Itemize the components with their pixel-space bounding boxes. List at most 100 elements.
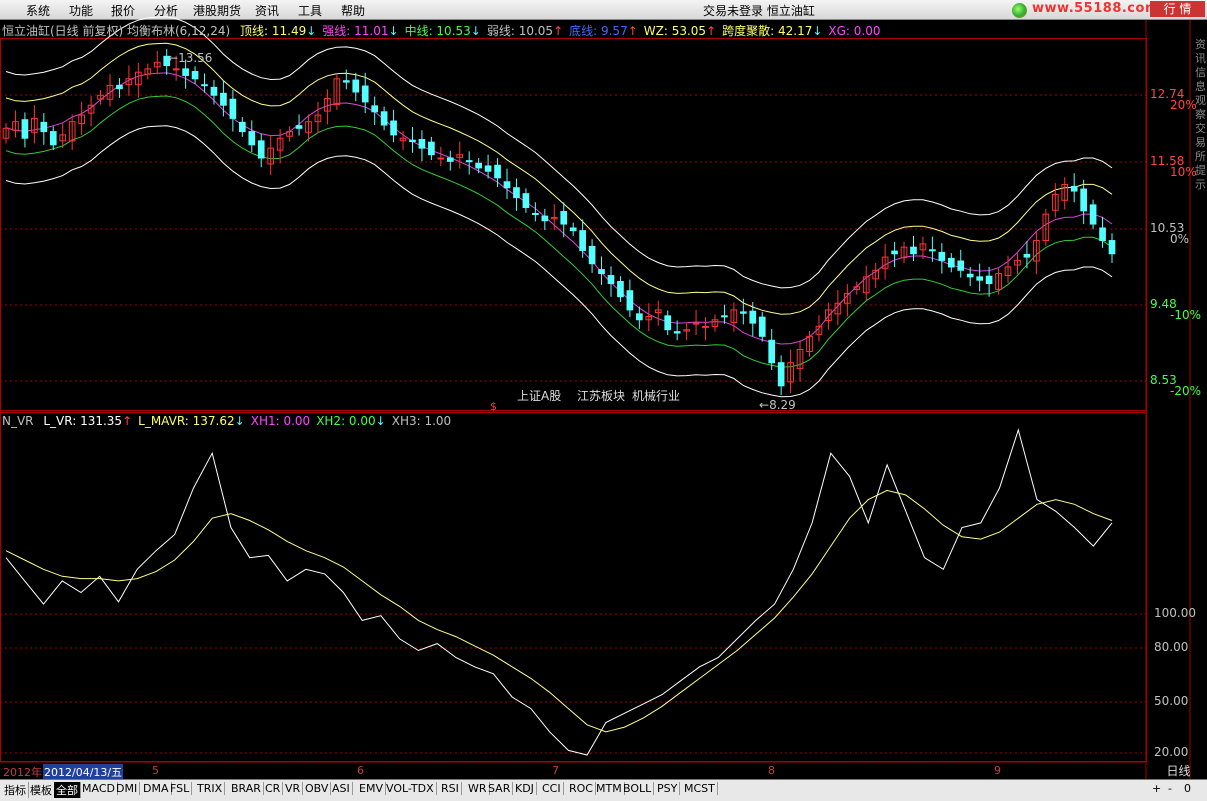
sub-indicator-arrow-icon-0: ↑ [122, 414, 133, 428]
month-5: 5 [152, 764, 159, 777]
candle-body-80 [758, 316, 766, 337]
tab-cci[interactable]: CCI [540, 782, 564, 795]
event-marker-icon[interactable]: $ [490, 400, 497, 413]
candle-body-36 [342, 80, 350, 83]
tab-brar[interactable]: BRAR [229, 782, 264, 795]
tab-psy[interactable]: PSY [655, 782, 681, 795]
main-indicator-arrow-icon-6: ↓ [812, 24, 823, 38]
tab-emv[interactable]: EMV [357, 782, 386, 795]
main-indicator-arrow-icon-5: ↑ [706, 24, 717, 38]
tab-vol-tdx[interactable]: VOL-TDX [384, 782, 437, 795]
candle-body-76 [721, 315, 728, 318]
sub-indicator-2: XH1: 0.00 [250, 414, 311, 428]
pct-tick-3: -10% [1170, 308, 1202, 322]
tab-全部[interactable]: 全部 [54, 782, 81, 798]
tab-rsi[interactable]: RSI [439, 782, 462, 795]
vr-series-1 [5, 489, 1113, 733]
tab-dmi[interactable]: DMI [114, 782, 141, 795]
main-indicator-0: 顶线: 11.49 [240, 24, 307, 38]
sub-title[interactable]: N_VR [2, 414, 34, 428]
candle-body-24 [229, 98, 237, 119]
sub-frame-rect [0, 412, 1147, 762]
candle-body-117 [1108, 240, 1116, 255]
candle-body-79 [749, 310, 757, 324]
tab-trix[interactable]: TRIX [195, 782, 226, 795]
tab-vr[interactable]: VR [283, 782, 304, 795]
tab-mcst[interactable]: MCST [682, 782, 718, 795]
candle-body-116 [1099, 227, 1106, 242]
tab-cr[interactable]: CR [263, 782, 284, 795]
main-indicator-7: XG: 0.00 [828, 24, 881, 38]
month-9: 9 [994, 764, 1001, 777]
candle-body-108 [1023, 253, 1031, 258]
candle-body-44 [418, 139, 426, 149]
candle-body-78 [739, 311, 747, 314]
tab-macd[interactable]: MACD [80, 782, 118, 795]
zoom-in-icon[interactable]: + [1152, 782, 1161, 795]
tab-asi[interactable]: ASI [330, 782, 353, 795]
tab-指标[interactable]: 指标 [2, 782, 29, 798]
low-price-annotation: ←8.29 [759, 398, 796, 412]
band-weak [5, 95, 1113, 368]
main-indicator-4: 底线: 9.57 [569, 24, 628, 38]
main-indicator-arrow-icon-3: ↑ [553, 24, 564, 38]
tab-obv[interactable]: OBV [303, 782, 332, 795]
candle-body-37 [352, 79, 360, 93]
tab-fsl[interactable]: FSL [168, 782, 193, 795]
sub-indicator-3: XH2: 0.00 [316, 414, 376, 428]
sub-indicator-1: L_MAVR: 137.62 [138, 414, 235, 428]
candle-body-55 [522, 193, 530, 209]
zoom-out-icon[interactable]: - [1168, 782, 1172, 795]
main-indicator-1: 强线: 11.01 [322, 24, 389, 38]
candle-body-40 [380, 111, 388, 126]
tab-boll[interactable]: BOLL [621, 782, 655, 795]
band-strong [5, 42, 1113, 315]
candle-body-45 [428, 141, 435, 156]
candle-body-46 [437, 157, 445, 160]
candle-body-47 [446, 157, 454, 162]
pct-tick-0: 20% [1170, 98, 1197, 112]
candle-body-52 [494, 164, 501, 179]
main-title[interactable]: 恒立油缸(日线 前复权) 均衡布林(6,12,24) [2, 24, 230, 38]
candle-body-49 [465, 160, 473, 163]
candle-body-27 [257, 140, 265, 159]
boll-bands [5, 16, 1113, 398]
sector-a-share[interactable]: 上证A股 [517, 387, 561, 404]
sub-tick-0: 100.00 [1154, 606, 1196, 620]
candle-body-113 [1070, 185, 1078, 192]
pct-tick-1: 10% [1170, 165, 1197, 179]
candle-body-62 [588, 245, 596, 265]
period-daily-label[interactable]: 日线 [1150, 762, 1207, 778]
main-grid [0, 94, 1146, 382]
high-price-value: 13.56 [178, 51, 213, 65]
candle-body-63 [598, 269, 605, 275]
candle-body-57 [541, 215, 549, 222]
tab-sar[interactable]: SAR [486, 782, 514, 795]
tab-kdj[interactable]: KDJ [513, 782, 537, 795]
tab-roc[interactable]: ROC [567, 782, 596, 795]
sector-jiangsu[interactable]: 江苏板块 [577, 387, 625, 404]
candle-body-82 [777, 362, 785, 387]
reset-zoom-icon[interactable]: 0 [1184, 782, 1191, 795]
candle-body-65 [617, 280, 624, 298]
right-info-strip[interactable]: 资讯信息观察交易所提示 [1195, 38, 1207, 192]
sub-indicator-arrow-icon-3: ↓ [375, 414, 386, 428]
date-axis: 2012年 2012/04/13/五 5 6 7 8 9 [0, 764, 1150, 780]
main-indicator-values: 顶线: 11.49↓ 强线: 11.01↓ 中线: 10.53↓ 弱线: 10.05↑… [240, 24, 887, 38]
candle-body-26 [248, 131, 256, 146]
candle-body-94 [891, 250, 898, 255]
candle-body-19 [182, 68, 189, 76]
candle-body-12 [116, 84, 123, 90]
sub-indicator-0: L_VR: 131.35 [43, 414, 123, 428]
vr-series-0 [5, 428, 1113, 756]
tab-模板[interactable]: 模板 [28, 782, 55, 798]
candle-body-23 [220, 92, 227, 106]
year-label: 2012年 [3, 766, 42, 779]
month-8: 8 [768, 764, 775, 777]
candle-body-61 [579, 230, 586, 251]
sector-machinery[interactable]: 机械行业 [632, 387, 680, 404]
sub-tick-2: 50.00 [1154, 694, 1189, 708]
tab-dma[interactable]: DMA [141, 782, 172, 795]
candle-body-115 [1089, 204, 1097, 225]
main-indicator-arrow-icon-2: ↓ [470, 24, 481, 38]
